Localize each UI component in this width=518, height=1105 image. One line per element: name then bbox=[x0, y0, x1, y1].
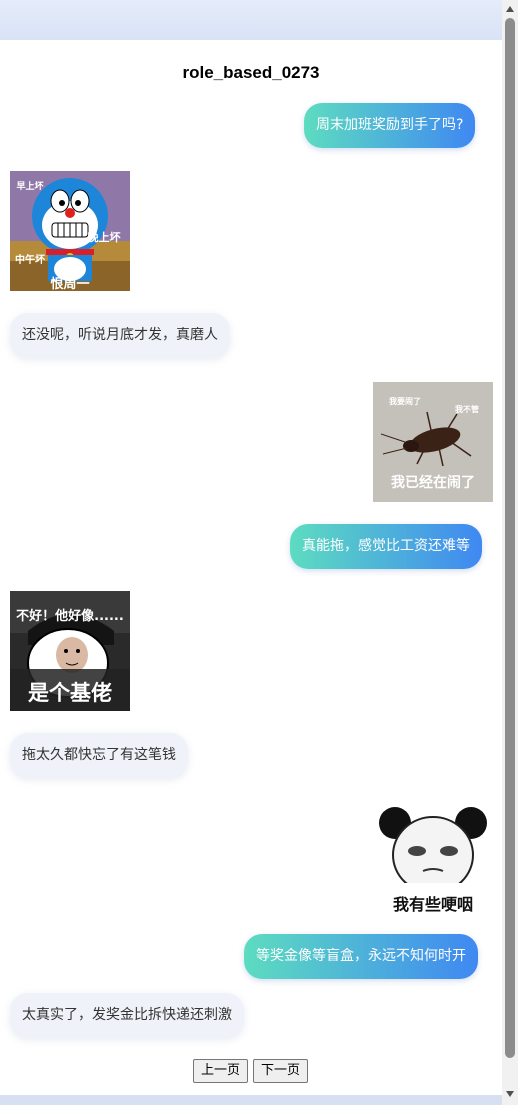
prev-page-button[interactable]: 上一页 bbox=[193, 1059, 249, 1083]
sticker-caption: 我不管 bbox=[455, 405, 479, 414]
sticker-caption: 恨周一 bbox=[50, 277, 90, 291]
message-bubble-sent: 周末加班奖励到手了吗? bbox=[304, 103, 476, 148]
sticker-caption: 早上坏 bbox=[16, 182, 44, 192]
next-page-button[interactable]: 下一页 bbox=[253, 1059, 309, 1083]
vertical-scrollbar[interactable] bbox=[502, 0, 518, 1105]
browser-bottom-band bbox=[0, 1095, 518, 1105]
message-bubble-received: 太真实了，发奖金比拆快递还刺激 bbox=[10, 993, 244, 1038]
message-bubble-sent: 等奖金像等盲盒，永远不知何时开 bbox=[244, 934, 478, 979]
scroll-up-arrow-icon[interactable] bbox=[506, 6, 514, 12]
sticker-caption: 晚上坏 bbox=[87, 231, 121, 244]
doraemon-sticker: 早上坏 晚上坏 中午坏 恨周一 bbox=[10, 171, 130, 291]
scroll-down-arrow-icon[interactable] bbox=[506, 1091, 514, 1097]
message-bubble-received: 还没呢，听说月底才发，真磨人 bbox=[10, 313, 230, 358]
sticker-caption: 不好！他好像...... bbox=[16, 609, 124, 624]
sticker-caption: 是个基佬 bbox=[28, 681, 112, 705]
sticker-caption: 我已经在闹了 bbox=[391, 475, 475, 491]
scrollbar-thumb[interactable] bbox=[505, 18, 515, 1058]
cartoon-face-sticker: 不好！他好像...... 是个基佬 bbox=[10, 591, 130, 711]
sticker-caption: 我有些哽咽 bbox=[392, 895, 473, 914]
browser-top-band bbox=[0, 0, 518, 40]
cockroach-sticker: 我要闹了 我不管 我已经在闹了 bbox=[373, 382, 493, 502]
sticker-caption: 中午坏 bbox=[15, 255, 45, 266]
message-bubble-received: 拖太久都快忘了有这笔钱 bbox=[10, 733, 188, 778]
panda-sticker: 我有些哽咽 bbox=[373, 801, 493, 921]
message-bubble-sent: 真能拖，感觉比工资还难等 bbox=[290, 524, 482, 569]
pagination: 上一页 下一页 bbox=[193, 1059, 313, 1083]
page-title: role_based_0273 bbox=[182, 63, 320, 82]
